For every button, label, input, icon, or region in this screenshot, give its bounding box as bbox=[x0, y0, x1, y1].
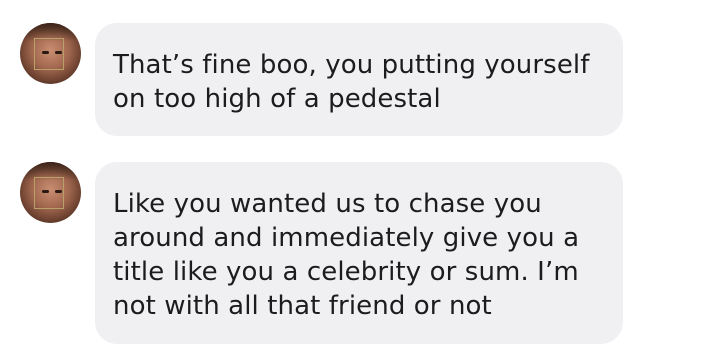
sender-avatar[interactable] bbox=[20, 162, 81, 223]
avatar-eye-left bbox=[42, 51, 49, 54]
message-text: Like you wanted us to chase you around a… bbox=[113, 189, 580, 321]
message-bubble[interactable]: That’s fine boo, you putting yourself on… bbox=[95, 23, 623, 136]
avatar-eye-left bbox=[42, 190, 49, 193]
avatar-face-frame bbox=[34, 38, 64, 70]
avatar-eye-right bbox=[55, 51, 62, 54]
message-row: Like you wanted us to chase you around a… bbox=[0, 150, 719, 355]
avatar-eye-right bbox=[55, 190, 62, 193]
message-text: That’s fine boo, you putting yourself on… bbox=[113, 50, 590, 114]
message-row: That’s fine boo, you putting yourself on… bbox=[0, 0, 719, 145]
message-bubble[interactable]: Like you wanted us to chase you around a… bbox=[95, 162, 623, 344]
avatar-face-frame bbox=[34, 177, 64, 209]
sender-avatar[interactable] bbox=[20, 23, 81, 84]
